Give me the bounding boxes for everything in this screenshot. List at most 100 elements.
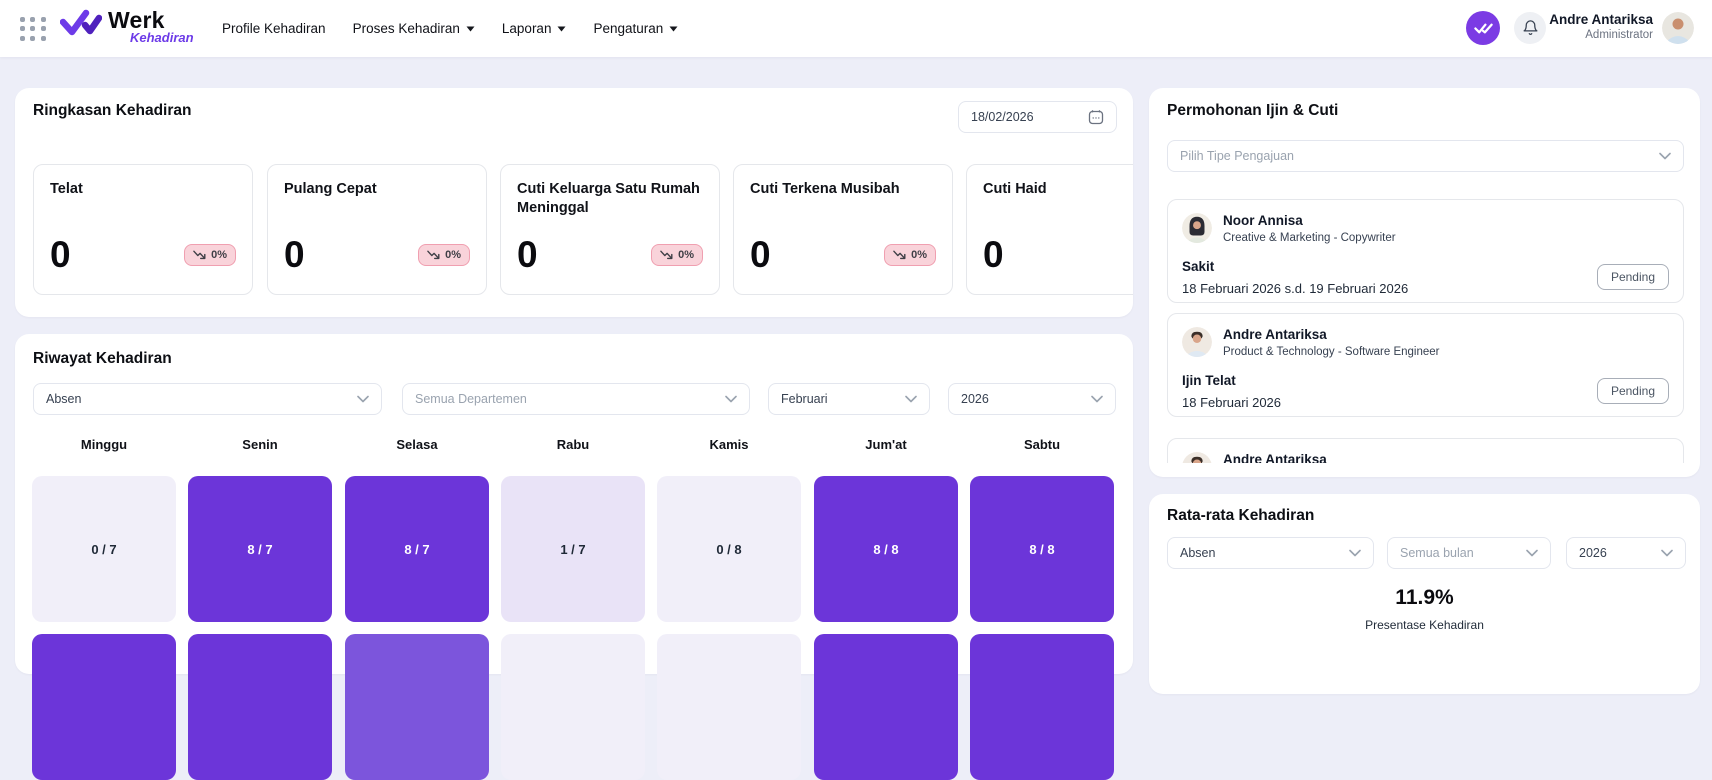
stat-label: Cuti Haid [983,180,1133,199]
filter-month-select[interactable]: Februari [768,383,930,415]
date-picker-input[interactable]: 18/02/2026 [958,101,1117,133]
stat-label: Pulang Cepat [284,180,470,199]
select-value: 2026 [1579,546,1607,560]
cell-value: 1 / 7 [560,542,585,557]
cell-value: 0 / 7 [91,542,116,557]
ringkasan-kehadiran-panel: Ringkasan Kehadiran 18/02/2026 Telat 0 0… [15,88,1133,317]
attendance-percentage: 11.9% [1149,586,1700,610]
riwayat-kehadiran-panel: Riwayat Kehadiran Absen Semua Departemen… [15,334,1133,674]
date-value: 18/02/2026 [971,110,1034,124]
day-header-jumat: Jum'at [814,437,958,452]
requester-name: Andre Antariksa [1223,452,1327,463]
day-header-senin: Senin [188,437,332,452]
logo-text: Werk Kehadiran [108,8,194,45]
change-value: 0% [445,249,461,261]
stat-card-pulang-cepat: Pulang Cepat 0 0% [267,164,487,295]
calendar-cell: 8 / 8 [814,476,958,622]
calendar-cell: 0 / 7 [32,476,176,622]
stat-value: 0 [750,236,771,274]
calendar-cell [345,634,489,780]
attendance-check-button[interactable] [1466,11,1500,45]
request-card: Andre Antariksa Product & Technology - S… [1167,313,1684,417]
select-placeholder: Semua bulan [1400,546,1474,560]
trending-down-icon [660,250,673,260]
stat-label: Telat [50,180,236,199]
request-card: Andre Antariksa [1167,438,1684,463]
calendar-cell: 1 / 7 [501,476,645,622]
brand-tagline: Kehadiran [130,30,194,45]
riwayat-title: Riwayat Kehadiran [33,350,172,368]
caret-down-icon [466,26,475,32]
change-value: 0% [211,249,227,261]
user-menu[interactable]: Andre Antariksa Administrator [1549,11,1653,43]
change-value: 0% [678,249,694,261]
apps-grid-icon[interactable] [20,17,47,41]
day-header-selasa: Selasa [345,437,489,452]
calendar-cell [188,634,332,780]
notifications-button[interactable] [1514,12,1546,44]
request-date-range: 18 Februari 2026 s.d. 19 Februari 2026 [1182,281,1669,296]
caret-down-icon [669,26,678,32]
cell-value: 0 / 8 [716,542,741,557]
avg-year-select[interactable]: 2026 [1566,537,1686,569]
stat-value: 0 [50,236,71,274]
trending-down-icon [193,250,206,260]
chevron-down-icon [1349,549,1361,557]
trending-down-icon [427,250,440,260]
cell-value: 8 / 8 [873,542,898,557]
change-badge: 0% [651,244,703,266]
avg-status-select[interactable]: Absen [1167,537,1374,569]
change-badge: 0% [884,244,936,266]
request-date-range: 18 Februari 2026 [1182,395,1669,410]
select-value: 2026 [961,392,989,406]
calendar-icon [1088,109,1104,125]
chevron-down-icon [1526,549,1538,557]
day-header-sabtu: Sabtu [970,437,1114,452]
user-name: Andre Antariksa [1549,11,1653,28]
calendar-cell [970,634,1114,780]
avatar [1182,452,1212,463]
avatar [1182,327,1212,357]
chevron-down-icon [1661,549,1673,557]
logo-doublecheck-icon [60,8,102,43]
app-logo[interactable]: Werk Kehadiran [60,8,194,45]
filter-status-select[interactable]: Absen [33,383,382,415]
nav-laporan[interactable]: Laporan [502,21,567,36]
cell-value: 8 / 8 [1029,542,1054,557]
avatar [1182,213,1212,243]
calendar-cell: 8 / 7 [188,476,332,622]
bell-icon [1522,19,1539,37]
change-badge: 0% [184,244,236,266]
top-navbar: Werk Kehadiran Profile Kehadiran Proses … [0,0,1712,57]
avatar[interactable] [1662,12,1694,44]
status-pending-button[interactable]: Pending [1597,264,1669,290]
nav-label: Pengaturan [593,21,663,36]
calendar-cell: 8 / 7 [345,476,489,622]
cell-value: 8 / 7 [404,542,429,557]
calendar-cell: 8 / 8 [970,476,1114,622]
nav-profile-kehadiran[interactable]: Profile Kehadiran [222,21,326,36]
status-pending-button[interactable]: Pending [1597,378,1669,404]
chevron-down-icon [1091,395,1103,403]
day-header-kamis: Kamis [657,437,801,452]
select-value: Absen [1180,546,1215,560]
calendar-cell [501,634,645,780]
nav-proses-kehadiran[interactable]: Proses Kehadiran [353,21,475,36]
rata-rata-panel: Rata-rata Kehadiran Absen Semua bulan 20… [1149,494,1700,694]
requester-name: Noor Annisa [1223,213,1396,229]
user-role: Administrator [1549,28,1653,43]
day-header-minggu: Minggu [32,437,176,452]
nav-pengaturan[interactable]: Pengaturan [593,21,678,36]
stat-value: 0 [284,236,305,274]
calendar-cell: 0 / 8 [657,476,801,622]
chevron-down-icon [905,395,917,403]
brand-name: Werk [108,8,194,32]
caret-down-icon [557,26,566,32]
avg-month-select[interactable]: Semua bulan [1387,537,1551,569]
calendar-cell [32,634,176,780]
request-list: Noor Annisa Creative & Marketing - Copyw… [1149,88,1700,463]
select-value: Absen [46,392,81,406]
filter-year-select[interactable]: 2026 [948,383,1116,415]
cell-value: 8 / 7 [247,542,272,557]
filter-departemen-select[interactable]: Semua Departemen [402,383,750,415]
